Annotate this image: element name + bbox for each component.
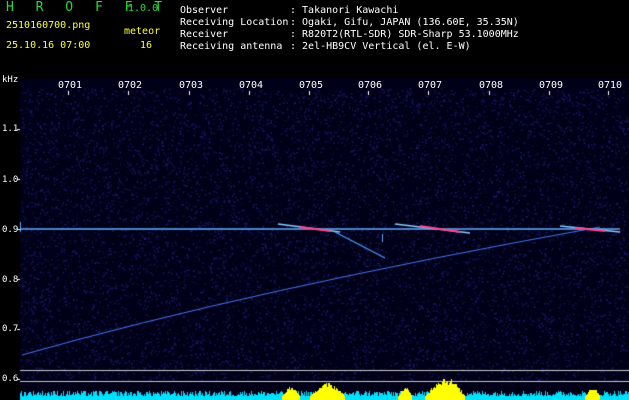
meteor-count: 16 [140, 40, 153, 51]
y-tick-1-1: 1.1 [2, 124, 19, 134]
date-time: 25.10.16 07:00 [6, 40, 91, 51]
receiver-value: : R820T2(RTL-SDR) SDR-Sharp 53.1000MHz [290, 29, 519, 40]
meteor-label: meteor [124, 26, 161, 37]
receiver-key: Receiver [180, 29, 229, 40]
x-tick-0710: 0710 [598, 80, 623, 91]
location-value: : Ogaki, Gifu, JAPAN (136.60E, 35.35N) [290, 17, 519, 28]
y-tick-0-7: 0.7 [2, 324, 19, 334]
antenna-key: Receiving antenna [180, 41, 283, 52]
y-tick-0-6: 0.6 [2, 374, 19, 384]
x-tick-0706: 0706 [358, 80, 383, 91]
x-tick-0703: 0703 [179, 80, 204, 91]
observer-value: : Takanori Kawachi [290, 5, 399, 16]
x-tick-0705: 0705 [299, 80, 324, 91]
file-name: 2510160700.png [6, 20, 91, 31]
y-tick-1-0: 1.0 [2, 175, 19, 185]
antenna-value: : 2el-HB9CV Vertical (el. E-W) [290, 41, 471, 52]
y-axis-unit: kHz [2, 75, 19, 85]
x-tick-0702: 0702 [118, 80, 143, 91]
x-tick-0701: 0701 [58, 80, 83, 91]
x-tick-0707: 0707 [418, 80, 443, 91]
x-tick-0709: 0709 [539, 80, 564, 91]
x-tick-0708: 0708 [479, 80, 504, 91]
x-tick-0704: 0704 [239, 80, 264, 91]
app-version: 1.0.0 [128, 3, 159, 14]
y-tick-0-8: 0.8 [2, 275, 19, 285]
y-tick-0-9: 0.9 [2, 225, 19, 235]
spectrogram-canvas [0, 0, 629, 400]
location-key: Receiving Location [180, 17, 289, 28]
observer-key: Observer [180, 5, 229, 16]
